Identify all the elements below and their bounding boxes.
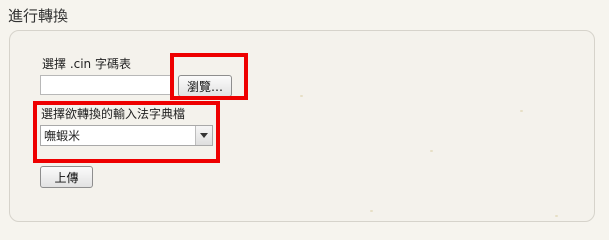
chevron-down-icon [200,133,208,138]
paper-speck [300,95,303,97]
dictionary-select[interactable]: 嘸蝦米 [40,125,213,146]
browse-highlight-box [170,53,248,100]
dropdown-arrow-button[interactable] [195,126,212,145]
paper-speck [370,210,373,212]
paper-speck [520,110,523,112]
dictionary-selected-value: 嘸蝦米 [44,129,81,143]
paper-speck [430,150,433,152]
cin-file-label: 選擇 .cin 字碼表 [42,57,131,71]
upload-button[interactable]: 上傳 [40,166,93,188]
dictionary-label: 選擇欲轉換的輸入法字典檔 [41,107,186,121]
section-title: 進行轉換 [8,7,69,25]
paper-speck [555,215,558,217]
file-path-input[interactable] [40,75,173,95]
